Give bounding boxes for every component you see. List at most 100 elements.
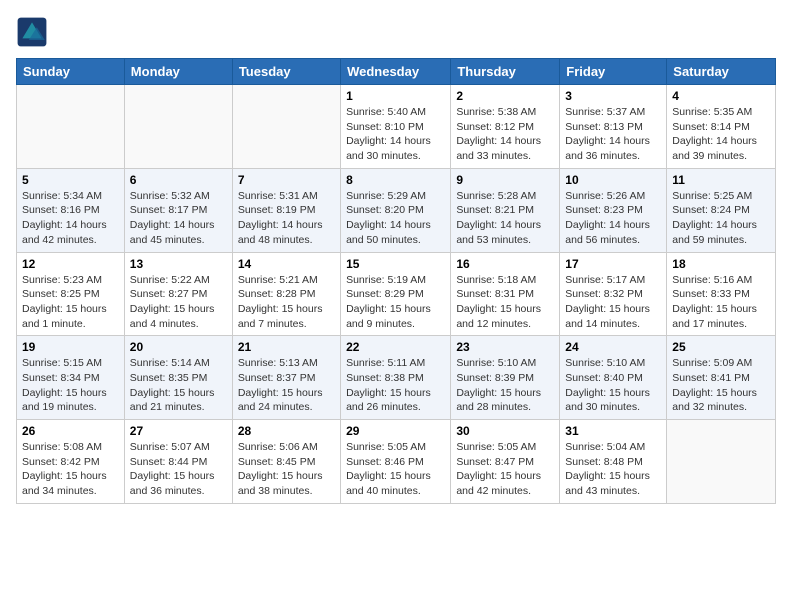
day-number: 7 xyxy=(238,173,335,187)
day-number: 15 xyxy=(346,257,445,271)
calendar-cell: 5 Sunrise: 5:34 AM Sunset: 8:16 PM Daylig… xyxy=(17,168,125,252)
weekday-header-wednesday: Wednesday xyxy=(341,59,451,85)
calendar-cell: 28 Sunrise: 5:06 AM Sunset: 8:45 PM Dayli… xyxy=(232,420,340,504)
page-header xyxy=(16,16,776,48)
calendar-cell: 12 Sunrise: 5:23 AM Sunset: 8:25 PM Dayli… xyxy=(17,252,125,336)
calendar-cell: 2Sunrise: 5:38 AM Sunset: 8:12 PM Daylig… xyxy=(451,85,560,169)
day-number: 28 xyxy=(238,424,335,438)
weekday-header-tuesday: Tuesday xyxy=(232,59,340,85)
calendar-cell: 19 Sunrise: 5:15 AM Sunset: 8:34 PM Dayli… xyxy=(17,336,125,420)
calendar-cell: 8 Sunrise: 5:29 AM Sunset: 8:20 PM Daylig… xyxy=(341,168,451,252)
day-number: 3 xyxy=(565,89,661,103)
day-info: Sunrise: 5:22 AM Sunset: 8:27 PM Dayligh… xyxy=(130,273,227,332)
calendar-cell: 4 Sunrise: 5:35 AM Sunset: 8:14 PM Daylig… xyxy=(667,85,776,169)
day-number: 8 xyxy=(346,173,445,187)
calendar-table: SundayMondayTuesdayWednesdayThursdayFrid… xyxy=(16,58,776,504)
calendar-cell: 25Sunrise: 5:09 AM Sunset: 8:41 PM Dayli… xyxy=(667,336,776,420)
day-info: Sunrise: 5:10 AM Sunset: 8:39 PM Dayligh… xyxy=(456,356,554,415)
calendar-cell: 24 Sunrise: 5:10 AM Sunset: 8:40 PM Dayli… xyxy=(560,336,667,420)
calendar-cell: 31 Sunrise: 5:04 AM Sunset: 8:48 PM Dayli… xyxy=(560,420,667,504)
day-number: 21 xyxy=(238,340,335,354)
day-number: 29 xyxy=(346,424,445,438)
day-number: 22 xyxy=(346,340,445,354)
day-info: Sunrise: 5:08 AM Sunset: 8:42 PM Dayligh… xyxy=(22,440,119,499)
calendar-cell: 14 Sunrise: 5:21 AM Sunset: 8:28 PM Dayli… xyxy=(232,252,340,336)
day-number: 20 xyxy=(130,340,227,354)
day-number: 27 xyxy=(130,424,227,438)
day-info: Sunrise: 5:37 AM Sunset: 8:13 PM Dayligh… xyxy=(565,105,661,164)
day-info: Sunrise: 5:15 AM Sunset: 8:34 PM Dayligh… xyxy=(22,356,119,415)
calendar-cell: 18Sunrise: 5:16 AM Sunset: 8:33 PM Dayli… xyxy=(667,252,776,336)
day-info: Sunrise: 5:38 AM Sunset: 8:12 PM Dayligh… xyxy=(456,105,554,164)
day-info: Sunrise: 5:06 AM Sunset: 8:45 PM Dayligh… xyxy=(238,440,335,499)
day-number: 11 xyxy=(672,173,770,187)
day-number: 14 xyxy=(238,257,335,271)
day-number: 6 xyxy=(130,173,227,187)
day-info: Sunrise: 5:31 AM Sunset: 8:19 PM Dayligh… xyxy=(238,189,335,248)
calendar-cell: 13 Sunrise: 5:22 AM Sunset: 8:27 PM Dayli… xyxy=(124,252,232,336)
day-info: Sunrise: 5:18 AM Sunset: 8:31 PM Dayligh… xyxy=(456,273,554,332)
calendar-cell: 15Sunrise: 5:19 AM Sunset: 8:29 PM Dayli… xyxy=(341,252,451,336)
calendar-week-1: 1 Sunrise: 5:40 AM Sunset: 8:10 PM Daylig… xyxy=(17,85,776,169)
day-info: Sunrise: 5:26 AM Sunset: 8:23 PM Dayligh… xyxy=(565,189,661,248)
day-info: Sunrise: 5:05 AM Sunset: 8:47 PM Dayligh… xyxy=(456,440,554,499)
calendar-week-2: 5 Sunrise: 5:34 AM Sunset: 8:16 PM Daylig… xyxy=(17,168,776,252)
day-info: Sunrise: 5:34 AM Sunset: 8:16 PM Dayligh… xyxy=(22,189,119,248)
calendar-cell xyxy=(124,85,232,169)
weekday-header-saturday: Saturday xyxy=(667,59,776,85)
day-info: Sunrise: 5:13 AM Sunset: 8:37 PM Dayligh… xyxy=(238,356,335,415)
calendar-week-4: 19 Sunrise: 5:15 AM Sunset: 8:34 PM Dayli… xyxy=(17,336,776,420)
calendar-header-row: SundayMondayTuesdayWednesdayThursdayFrid… xyxy=(17,59,776,85)
day-number: 5 xyxy=(22,173,119,187)
day-info: Sunrise: 5:05 AM Sunset: 8:46 PM Dayligh… xyxy=(346,440,445,499)
calendar-cell: 26 Sunrise: 5:08 AM Sunset: 8:42 PM Dayli… xyxy=(17,420,125,504)
calendar-cell: 1 Sunrise: 5:40 AM Sunset: 8:10 PM Daylig… xyxy=(341,85,451,169)
calendar-cell: 17 Sunrise: 5:17 AM Sunset: 8:32 PM Dayli… xyxy=(560,252,667,336)
calendar-cell: 9 Sunrise: 5:28 AM Sunset: 8:21 PM Daylig… xyxy=(451,168,560,252)
calendar-cell: 23 Sunrise: 5:10 AM Sunset: 8:39 PM Dayli… xyxy=(451,336,560,420)
calendar-cell: 6Sunrise: 5:32 AM Sunset: 8:17 PM Daylig… xyxy=(124,168,232,252)
day-info: Sunrise: 5:07 AM Sunset: 8:44 PM Dayligh… xyxy=(130,440,227,499)
calendar-cell: 20Sunrise: 5:14 AM Sunset: 8:35 PM Dayli… xyxy=(124,336,232,420)
day-number: 9 xyxy=(456,173,554,187)
day-number: 13 xyxy=(130,257,227,271)
day-number: 19 xyxy=(22,340,119,354)
day-number: 12 xyxy=(22,257,119,271)
day-number: 4 xyxy=(672,89,770,103)
day-number: 31 xyxy=(565,424,661,438)
calendar-week-3: 12 Sunrise: 5:23 AM Sunset: 8:25 PM Dayli… xyxy=(17,252,776,336)
day-info: Sunrise: 5:29 AM Sunset: 8:20 PM Dayligh… xyxy=(346,189,445,248)
day-number: 25 xyxy=(672,340,770,354)
logo-icon xyxy=(16,16,48,48)
calendar-cell xyxy=(17,85,125,169)
day-info: Sunrise: 5:10 AM Sunset: 8:40 PM Dayligh… xyxy=(565,356,661,415)
weekday-header-thursday: Thursday xyxy=(451,59,560,85)
day-number: 23 xyxy=(456,340,554,354)
calendar-cell xyxy=(232,85,340,169)
day-info: Sunrise: 5:23 AM Sunset: 8:25 PM Dayligh… xyxy=(22,273,119,332)
day-info: Sunrise: 5:11 AM Sunset: 8:38 PM Dayligh… xyxy=(346,356,445,415)
day-number: 26 xyxy=(22,424,119,438)
day-info: Sunrise: 5:04 AM Sunset: 8:48 PM Dayligh… xyxy=(565,440,661,499)
day-info: Sunrise: 5:28 AM Sunset: 8:21 PM Dayligh… xyxy=(456,189,554,248)
calendar-week-5: 26 Sunrise: 5:08 AM Sunset: 8:42 PM Dayli… xyxy=(17,420,776,504)
day-number: 24 xyxy=(565,340,661,354)
day-info: Sunrise: 5:17 AM Sunset: 8:32 PM Dayligh… xyxy=(565,273,661,332)
weekday-header-sunday: Sunday xyxy=(17,59,125,85)
calendar-cell: 27 Sunrise: 5:07 AM Sunset: 8:44 PM Dayli… xyxy=(124,420,232,504)
calendar-cell: 29 Sunrise: 5:05 AM Sunset: 8:46 PM Dayli… xyxy=(341,420,451,504)
day-number: 18 xyxy=(672,257,770,271)
calendar-cell: 3 Sunrise: 5:37 AM Sunset: 8:13 PM Daylig… xyxy=(560,85,667,169)
calendar-cell: 22 Sunrise: 5:11 AM Sunset: 8:38 PM Dayli… xyxy=(341,336,451,420)
calendar-cell: 21 Sunrise: 5:13 AM Sunset: 8:37 PM Dayli… xyxy=(232,336,340,420)
day-info: Sunrise: 5:25 AM Sunset: 8:24 PM Dayligh… xyxy=(672,189,770,248)
day-number: 1 xyxy=(346,89,445,103)
calendar-cell: 30Sunrise: 5:05 AM Sunset: 8:47 PM Dayli… xyxy=(451,420,560,504)
day-info: Sunrise: 5:21 AM Sunset: 8:28 PM Dayligh… xyxy=(238,273,335,332)
logo xyxy=(16,16,52,48)
calendar-cell xyxy=(667,420,776,504)
day-info: Sunrise: 5:40 AM Sunset: 8:10 PM Dayligh… xyxy=(346,105,445,164)
day-info: Sunrise: 5:35 AM Sunset: 8:14 PM Dayligh… xyxy=(672,105,770,164)
day-number: 17 xyxy=(565,257,661,271)
weekday-header-friday: Friday xyxy=(560,59,667,85)
